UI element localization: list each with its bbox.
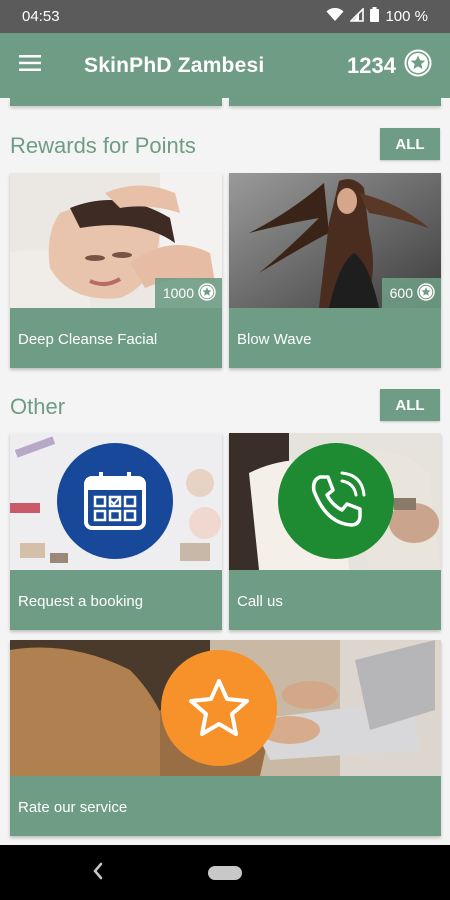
star-icon (161, 650, 277, 766)
star-badge-icon (198, 282, 216, 304)
app-bar: SkinPhD Zambesi 1234 (0, 33, 450, 98)
blow-wave-points-badge: 600 (381, 278, 441, 308)
phone-icon (278, 443, 394, 559)
partial-card-left[interactable] (10, 98, 222, 106)
hamburger-menu-icon (19, 55, 41, 76)
menu-button[interactable] (0, 33, 60, 98)
blow-wave-label: Blow Wave (237, 331, 312, 348)
rewards-section-title: Rewards for Points (10, 133, 196, 158)
system-nav-bar (0, 845, 450, 900)
battery-level: 100 % (385, 8, 428, 25)
battery-icon (370, 7, 380, 26)
rewards-all-button[interactable]: ALL (380, 128, 440, 160)
points-balance[interactable]: 1234 (347, 49, 432, 83)
status-time: 04:53 (22, 8, 60, 25)
facial-label: Deep Cleanse Facial (18, 331, 158, 348)
call-label: Call us (237, 593, 283, 610)
other-all-button[interactable]: ALL (380, 389, 440, 421)
wifi-icon (326, 7, 344, 26)
booking-label: Request a booking (18, 593, 144, 610)
reward-card-facial[interactable]: 1000 Deep Cleanse Facial (10, 173, 222, 368)
cell-signal-icon (349, 6, 365, 26)
facial-points-value: 1000 (162, 285, 194, 301)
star-badge-icon (417, 282, 435, 304)
blow-wave-points-value: 600 (389, 285, 413, 301)
partial-card-right[interactable] (229, 98, 441, 106)
calendar-icon (57, 443, 173, 559)
facial-points-badge: 1000 (154, 278, 222, 308)
status-bar: 04:53 100 % (0, 0, 450, 33)
status-icons: 100 % (326, 6, 428, 26)
home-pill-button[interactable] (208, 865, 242, 880)
reward-card-blow-wave[interactable]: 600 Blow Wave (229, 173, 441, 368)
rate-label: Rate our service (18, 799, 128, 816)
star-badge-icon (404, 49, 432, 83)
back-icon[interactable] (92, 861, 104, 886)
rate-card[interactable]: Rate our service (10, 640, 441, 836)
other-section-title: Other (10, 394, 66, 419)
call-card[interactable]: Call us (229, 433, 441, 630)
app-title: SkinPhD Zambesi (84, 53, 265, 77)
points-value: 1234 (347, 52, 396, 78)
booking-card[interactable]: Request a booking (10, 433, 222, 630)
app-screen: 04:53 100 % SkinPhD Zambesi 1234 Rewards… (0, 0, 450, 900)
